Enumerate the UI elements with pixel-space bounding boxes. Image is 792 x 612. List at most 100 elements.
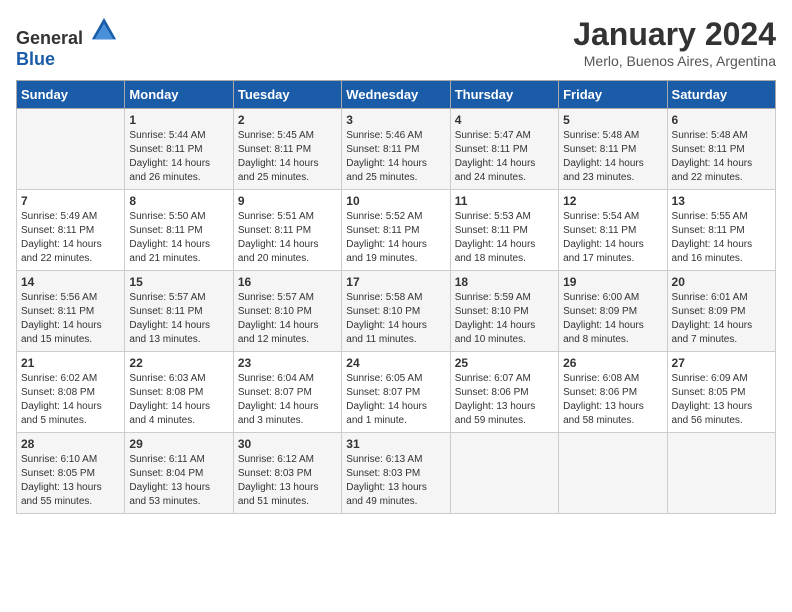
day-info: Sunrise: 6:09 AMSunset: 8:05 PMDaylight:… [672,373,753,426]
day-number: 30 [238,437,337,451]
day-info: Sunrise: 5:55 AMSunset: 8:11 PMDaylight:… [672,211,753,264]
calendar-cell: 25 Sunrise: 6:07 AMSunset: 8:06 PMDaylig… [450,352,558,433]
day-info: Sunrise: 5:50 AMSunset: 8:11 PMDaylight:… [129,211,210,264]
calendar-cell [450,433,558,514]
day-info: Sunrise: 6:01 AMSunset: 8:09 PMDaylight:… [672,292,753,345]
day-info: Sunrise: 6:11 AMSunset: 8:04 PMDaylight:… [129,454,210,507]
day-info: Sunrise: 5:48 AMSunset: 8:11 PMDaylight:… [672,130,753,183]
day-info: Sunrise: 6:10 AMSunset: 8:05 PMDaylight:… [21,454,102,507]
day-info: Sunrise: 6:13 AMSunset: 8:03 PMDaylight:… [346,454,427,507]
day-info: Sunrise: 5:46 AMSunset: 8:11 PMDaylight:… [346,130,427,183]
day-info: Sunrise: 6:05 AMSunset: 8:07 PMDaylight:… [346,373,427,426]
day-info: Sunrise: 5:57 AMSunset: 8:10 PMDaylight:… [238,292,319,345]
weekday-header-friday: Friday [559,81,667,109]
day-number: 4 [455,113,554,127]
day-number: 15 [129,275,228,289]
logo-icon [90,16,118,44]
weekday-header-sunday: Sunday [17,81,125,109]
calendar-cell: 29 Sunrise: 6:11 AMSunset: 8:04 PMDaylig… [125,433,233,514]
day-info: Sunrise: 5:57 AMSunset: 8:11 PMDaylight:… [129,292,210,345]
calendar-week-row: 14 Sunrise: 5:56 AMSunset: 8:11 PMDaylig… [17,271,776,352]
day-info: Sunrise: 6:07 AMSunset: 8:06 PMDaylight:… [455,373,536,426]
day-number: 29 [129,437,228,451]
calendar-cell [559,433,667,514]
weekday-header-wednesday: Wednesday [342,81,450,109]
day-info: Sunrise: 6:02 AMSunset: 8:08 PMDaylight:… [21,373,102,426]
day-number: 24 [346,356,445,370]
day-info: Sunrise: 6:00 AMSunset: 8:09 PMDaylight:… [563,292,644,345]
calendar-table: SundayMondayTuesdayWednesdayThursdayFrid… [16,80,776,514]
calendar-cell: 21 Sunrise: 6:02 AMSunset: 8:08 PMDaylig… [17,352,125,433]
calendar-cell: 22 Sunrise: 6:03 AMSunset: 8:08 PMDaylig… [125,352,233,433]
calendar-week-row: 1 Sunrise: 5:44 AMSunset: 8:11 PMDayligh… [17,109,776,190]
weekday-header-saturday: Saturday [667,81,775,109]
calendar-cell: 23 Sunrise: 6:04 AMSunset: 8:07 PMDaylig… [233,352,341,433]
calendar-cell: 30 Sunrise: 6:12 AMSunset: 8:03 PMDaylig… [233,433,341,514]
day-number: 9 [238,194,337,208]
day-number: 3 [346,113,445,127]
day-info: Sunrise: 5:49 AMSunset: 8:11 PMDaylight:… [21,211,102,264]
day-info: Sunrise: 5:54 AMSunset: 8:11 PMDaylight:… [563,211,644,264]
calendar-cell: 5 Sunrise: 5:48 AMSunset: 8:11 PMDayligh… [559,109,667,190]
day-number: 18 [455,275,554,289]
day-number: 10 [346,194,445,208]
day-info: Sunrise: 5:48 AMSunset: 8:11 PMDaylight:… [563,130,644,183]
weekday-header-row: SundayMondayTuesdayWednesdayThursdayFrid… [17,81,776,109]
day-number: 8 [129,194,228,208]
calendar-cell: 11 Sunrise: 5:53 AMSunset: 8:11 PMDaylig… [450,190,558,271]
day-info: Sunrise: 6:04 AMSunset: 8:07 PMDaylight:… [238,373,319,426]
title-block: January 2024 Merlo, Buenos Aires, Argent… [573,16,776,69]
calendar-cell: 2 Sunrise: 5:45 AMSunset: 8:11 PMDayligh… [233,109,341,190]
weekday-header-thursday: Thursday [450,81,558,109]
day-number: 17 [346,275,445,289]
weekday-header-monday: Monday [125,81,233,109]
day-info: Sunrise: 5:44 AMSunset: 8:11 PMDaylight:… [129,130,210,183]
day-number: 23 [238,356,337,370]
day-number: 27 [672,356,771,370]
calendar-cell: 6 Sunrise: 5:48 AMSunset: 8:11 PMDayligh… [667,109,775,190]
day-number: 5 [563,113,662,127]
calendar-cell: 3 Sunrise: 5:46 AMSunset: 8:11 PMDayligh… [342,109,450,190]
day-info: Sunrise: 5:58 AMSunset: 8:10 PMDaylight:… [346,292,427,345]
day-info: Sunrise: 5:59 AMSunset: 8:10 PMDaylight:… [455,292,536,345]
location-subtitle: Merlo, Buenos Aires, Argentina [573,53,776,69]
calendar-week-row: 7 Sunrise: 5:49 AMSunset: 8:11 PMDayligh… [17,190,776,271]
day-number: 1 [129,113,228,127]
day-number: 7 [21,194,120,208]
day-info: Sunrise: 6:03 AMSunset: 8:08 PMDaylight:… [129,373,210,426]
calendar-cell: 18 Sunrise: 5:59 AMSunset: 8:10 PMDaylig… [450,271,558,352]
weekday-header-tuesday: Tuesday [233,81,341,109]
day-number: 19 [563,275,662,289]
day-info: Sunrise: 5:51 AMSunset: 8:11 PMDaylight:… [238,211,319,264]
day-number: 12 [563,194,662,208]
day-number: 2 [238,113,337,127]
day-number: 25 [455,356,554,370]
calendar-week-row: 28 Sunrise: 6:10 AMSunset: 8:05 PMDaylig… [17,433,776,514]
day-info: Sunrise: 5:56 AMSunset: 8:11 PMDaylight:… [21,292,102,345]
day-info: Sunrise: 6:08 AMSunset: 8:06 PMDaylight:… [563,373,644,426]
calendar-cell: 14 Sunrise: 5:56 AMSunset: 8:11 PMDaylig… [17,271,125,352]
calendar-cell: 24 Sunrise: 6:05 AMSunset: 8:07 PMDaylig… [342,352,450,433]
logo-blue: Blue [16,49,55,69]
calendar-week-row: 21 Sunrise: 6:02 AMSunset: 8:08 PMDaylig… [17,352,776,433]
calendar-cell: 19 Sunrise: 6:00 AMSunset: 8:09 PMDaylig… [559,271,667,352]
calendar-cell [17,109,125,190]
day-number: 31 [346,437,445,451]
calendar-cell: 26 Sunrise: 6:08 AMSunset: 8:06 PMDaylig… [559,352,667,433]
calendar-cell: 9 Sunrise: 5:51 AMSunset: 8:11 PMDayligh… [233,190,341,271]
calendar-cell: 15 Sunrise: 5:57 AMSunset: 8:11 PMDaylig… [125,271,233,352]
day-number: 14 [21,275,120,289]
day-number: 21 [21,356,120,370]
calendar-cell: 28 Sunrise: 6:10 AMSunset: 8:05 PMDaylig… [17,433,125,514]
day-number: 22 [129,356,228,370]
day-number: 26 [563,356,662,370]
calendar-cell: 20 Sunrise: 6:01 AMSunset: 8:09 PMDaylig… [667,271,775,352]
calendar-cell: 13 Sunrise: 5:55 AMSunset: 8:11 PMDaylig… [667,190,775,271]
day-number: 28 [21,437,120,451]
calendar-cell: 31 Sunrise: 6:13 AMSunset: 8:03 PMDaylig… [342,433,450,514]
month-year-title: January 2024 [573,16,776,53]
logo: General Blue [16,16,118,70]
logo-general: General [16,28,83,48]
calendar-cell: 7 Sunrise: 5:49 AMSunset: 8:11 PMDayligh… [17,190,125,271]
calendar-cell: 27 Sunrise: 6:09 AMSunset: 8:05 PMDaylig… [667,352,775,433]
